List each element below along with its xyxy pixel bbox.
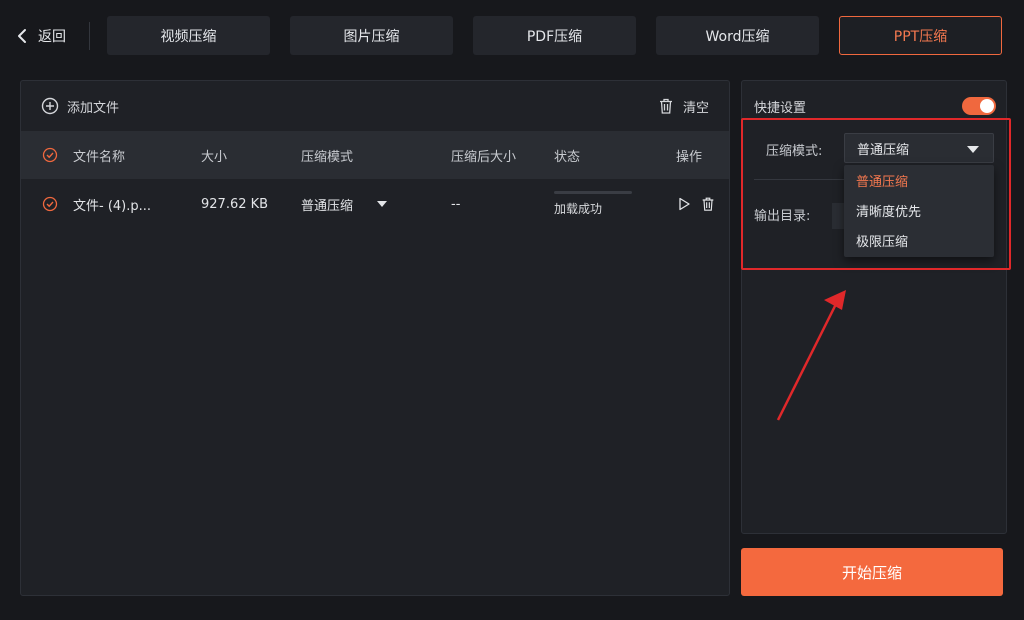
row-actions: [676, 179, 716, 229]
mode-label: 压缩模式:: [766, 144, 823, 159]
output-dir-label: 输出目录:: [754, 209, 811, 224]
row-checkbox[interactable]: [42, 179, 58, 229]
mode-select[interactable]: 普通压缩: [844, 133, 994, 163]
settings-panel: 快捷设置 压缩模式: 普通压缩 输出目录: 普通压缩 清晰度优先 极限压缩: [741, 80, 1007, 534]
nav-divider: [89, 22, 90, 50]
col-header-name: 文件名称: [73, 149, 126, 165]
back-label: 返回: [38, 29, 66, 45]
row-mode-value: 普通压缩: [301, 198, 354, 214]
col-header-size: 大小: [201, 149, 228, 165]
tab-pdf[interactable]: PDF压缩: [473, 16, 636, 55]
divider: [754, 179, 844, 180]
tab-label: PPT压缩: [893, 28, 948, 45]
tab-word[interactable]: Word压缩: [656, 16, 819, 55]
tab-label: 图片压缩: [343, 28, 400, 45]
table-row[interactable]: 文件- (4).p... 927.62 KB 普通压缩 -- 加载成功: [21, 179, 729, 229]
file-toolbar: 添加文件 清空: [21, 81, 729, 131]
tab-label: 视频压缩: [160, 28, 217, 45]
tab-label: Word压缩: [705, 28, 770, 45]
tab-video[interactable]: 视频压缩: [107, 16, 270, 55]
mode-option-normal[interactable]: 普通压缩: [844, 165, 994, 195]
status-cell: 加载成功: [554, 179, 632, 229]
play-icon[interactable]: [676, 196, 692, 212]
table-header: 文件名称 大小 压缩模式 压缩后大小 状态 操作: [21, 131, 729, 179]
mode-option-clarity[interactable]: 清晰度优先: [844, 195, 994, 225]
row-mode-select[interactable]: 普通压缩: [301, 179, 388, 229]
file-list-panel: 添加文件 清空 文件名称 大小 压缩模式 压缩后大小 状态 操作 文件- (4)…: [20, 80, 730, 596]
col-header-status: 状态: [554, 149, 581, 165]
clear-label: 清空: [682, 100, 709, 116]
caret-down-icon: [377, 201, 388, 207]
progress-bar: [554, 191, 632, 194]
col-header-compressed-size: 压缩后大小: [451, 149, 517, 165]
check-circle-icon: [42, 196, 58, 212]
mode-value: 普通压缩: [857, 142, 910, 158]
quick-settings-toggle[interactable]: [962, 97, 996, 115]
quick-settings-label: 快捷设置: [754, 101, 807, 116]
check-circle-icon: [42, 147, 58, 163]
select-all-checkbox[interactable]: [42, 131, 58, 179]
plus-circle-icon: [41, 97, 59, 115]
caret-down-icon: [967, 146, 979, 153]
app-window: 返回 视频压缩 图片压缩 PDF压缩 Word压缩 PPT压缩 添加文件 清空 …: [0, 0, 1024, 620]
top-nav: 返回 视频压缩 图片压缩 PDF压缩 Word压缩 PPT压缩: [0, 0, 1024, 72]
col-header-mode: 压缩模式: [301, 149, 354, 165]
trash-icon[interactable]: [700, 196, 716, 212]
add-file-button[interactable]: 添加文件: [41, 95, 119, 117]
file-size: 927.62 KB: [201, 196, 269, 212]
toggle-knob: [980, 99, 994, 113]
start-compress-label: 开始压缩: [841, 563, 902, 582]
mode-option-extreme[interactable]: 极限压缩: [844, 225, 994, 255]
add-file-label: 添加文件: [67, 100, 120, 116]
tab-ppt[interactable]: PPT压缩: [839, 16, 1002, 55]
chevron-left-icon: [18, 29, 26, 43]
back-button[interactable]: 返回: [14, 20, 66, 52]
status-text: 加载成功: [554, 202, 603, 216]
start-compress-button[interactable]: 开始压缩: [741, 548, 1003, 596]
clear-button[interactable]: 清空: [657, 95, 709, 117]
compressed-size: --: [451, 196, 461, 212]
tab-image[interactable]: 图片压缩: [290, 16, 453, 55]
trash-icon: [659, 98, 672, 114]
file-name: 文件- (4).p...: [73, 198, 152, 214]
tab-label: PDF压缩: [526, 28, 583, 45]
col-header-actions: 操作: [676, 149, 703, 165]
mode-dropdown: 普通压缩 清晰度优先 极限压缩: [844, 165, 994, 257]
